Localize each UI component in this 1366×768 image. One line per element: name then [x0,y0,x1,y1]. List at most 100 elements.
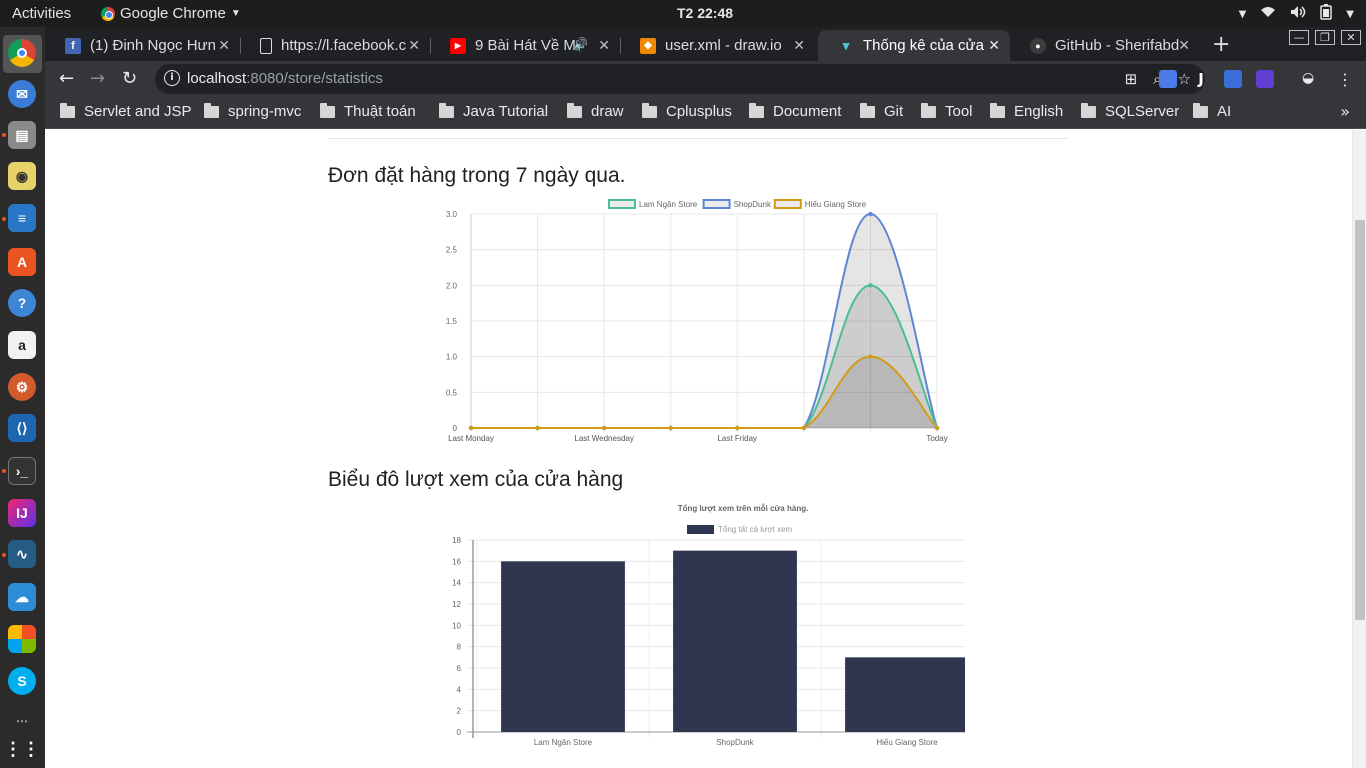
x-tick-label: Last Monday [448,434,494,443]
tab-github[interactable]: ● GitHub - Sherifabdelrahman ✕ [1010,30,1200,61]
tab-youtube[interactable]: ▶ 9 Bài Hát Về Mẹ 🔊 ✕ [430,30,621,61]
scrollbar-thumb[interactable] [1355,220,1365,620]
tab-facebook[interactable]: f (1) Đinh Ngọc Hưng ✕ [45,30,241,61]
tab-title: GitHub - Sherifabdelrahman [1055,37,1180,54]
help-icon[interactable]: ? [8,289,36,317]
close-icon[interactable]: ✕ [793,37,805,54]
trash-icon[interactable]: ⋯ [8,707,36,735]
activities-button[interactable]: Activities [12,5,71,22]
store-icon: ▾ [842,37,850,53]
bookmark-folder[interactable]: SQLServer [1081,102,1179,120]
page-icon [260,37,272,54]
chevron-down-icon[interactable]: ▼ [1239,9,1247,20]
bookmark-folder[interactable]: draw [567,102,624,120]
tab-title: 9 Bài Hát Về Mẹ [475,37,580,54]
y-tick-label: 8 [457,643,462,652]
minimize-button[interactable]: — [1289,30,1309,45]
translate-icon[interactable]: ⊞ [1125,70,1138,88]
folder-icon [860,102,875,118]
folder-icon [921,102,936,118]
tab-drawio[interactable]: ◆ user.xml - draw.io ✕ [620,30,815,61]
bookmark-folder[interactable]: Cplusplus [642,102,732,120]
app-menu-label: Google Chrome [120,5,226,22]
audio-playing-icon[interactable]: 🔊 [573,37,588,51]
bookmark-folder[interactable]: Java Tutorial [439,102,548,120]
app-grid-icon[interactable]: ⋮⋮ [4,735,40,763]
bookmark-folder[interactable]: Tool [921,102,973,120]
tab-title: https://l.facebook.com [281,37,406,54]
close-window-button[interactable]: ✕ [1341,30,1361,45]
tab-title: user.xml - draw.io [665,37,782,54]
y-tick-label: 1.5 [446,317,458,326]
mysql-workbench-icon[interactable]: ∿ [8,540,36,568]
running-indicator [2,469,6,473]
grid-extension-icon[interactable] [1224,70,1242,88]
azure-data-studio-icon[interactable]: ☁ [8,583,36,611]
bookmark-folder[interactable]: Git [860,102,903,120]
data-point [535,425,540,431]
app-menu[interactable]: Google Chrome ▼ [101,5,241,22]
battery-icon[interactable] [1320,4,1333,24]
menu-icon[interactable]: ⋮ [1336,70,1354,89]
bookmarks-bar: Servlet and JSP spring-mvc Thuật toán Ja… [45,97,1366,129]
address-bar[interactable]: i localhost:8080/store/statistics ⊞ ⌕ ☆ [155,64,1205,94]
info-icon[interactable]: i [164,70,180,86]
folder-icon [642,102,657,118]
bookmark-folder[interactable]: AI [1193,102,1231,120]
y-tick-label: 0 [457,728,462,737]
more-bookmarks-button[interactable]: » [1340,102,1350,121]
data-point [868,354,873,359]
wifi-icon[interactable] [1260,6,1276,22]
files-icon[interactable]: ▤ [8,121,36,149]
clock[interactable]: T2 22:48 [677,5,733,21]
folder-icon [567,102,582,118]
x-tick-label: Today [926,434,947,443]
terminal-icon[interactable]: ›_ [8,457,36,485]
chrome-launcher-icon[interactable] [8,39,36,67]
incognito-icon[interactable]: ◒ [1302,70,1320,88]
bookmark-folder[interactable]: Servlet and JSP [60,102,192,120]
close-icon[interactable]: ✕ [1178,37,1190,54]
bookmark-folder[interactable]: spring-mvc [204,102,301,120]
close-icon[interactable]: ✕ [218,37,230,54]
system-tray[interactable]: ▼ ▼ [1239,4,1354,24]
data-point [801,425,807,431]
tab-facebook-link[interactable]: https://l.facebook.com ✕ [240,30,431,61]
skype-icon[interactable]: S [8,667,36,695]
github-icon: ● [1030,37,1046,54]
tab-store-statistics[interactable]: ▾ Thống kê của cửa hàng ✕ [818,30,1010,61]
chevron-down-icon[interactable]: ▼ [1346,9,1354,20]
bookmark-folder[interactable]: Document [749,102,841,120]
close-icon[interactable]: ✕ [408,37,420,54]
software-center-icon[interactable]: A [8,248,36,276]
close-icon[interactable]: ✕ [988,37,1000,54]
folder-icon [1193,102,1208,118]
vscode-icon[interactable]: ⟨⟩ [8,414,36,442]
y-tick-label: 10 [452,621,461,630]
volume-icon[interactable] [1290,5,1306,23]
windows-app-icon[interactable] [8,625,36,653]
bookmark-folder[interactable]: English [990,102,1063,120]
data-point [934,425,940,431]
close-icon[interactable]: ✕ [598,37,610,54]
maximize-button[interactable]: ❐ [1315,30,1335,45]
rhythmbox-icon[interactable]: ◉ [8,162,36,190]
legend-swatch [687,525,714,534]
j-extension-icon[interactable]: J [1192,70,1210,88]
folder-icon [1081,102,1096,118]
page-scrollbar[interactable] [1352,130,1366,768]
bookmark-star-icon[interactable]: ☆ [1178,70,1191,88]
new-tab-button[interactable]: + [1212,32,1230,57]
amazon-icon[interactable]: a [8,331,36,359]
libreoffice-writer-icon[interactable]: ≡ [8,204,36,232]
reload-button[interactable]: ↻ [122,68,137,89]
bookmark-extension-icon[interactable] [1256,70,1274,88]
back-button[interactable]: ← [59,68,74,89]
bookmark-folder[interactable]: Thuật toán [320,102,416,120]
url-text[interactable]: localhost:8080/store/statistics [187,70,383,87]
google-translate-extension-icon[interactable] [1159,70,1177,88]
settings-icon[interactable]: ⚙ [8,373,36,401]
intellij-icon[interactable]: IJ [8,499,36,527]
forward-button[interactable]: → [90,68,105,89]
thunderbird-icon[interactable]: ✉ [8,80,36,108]
